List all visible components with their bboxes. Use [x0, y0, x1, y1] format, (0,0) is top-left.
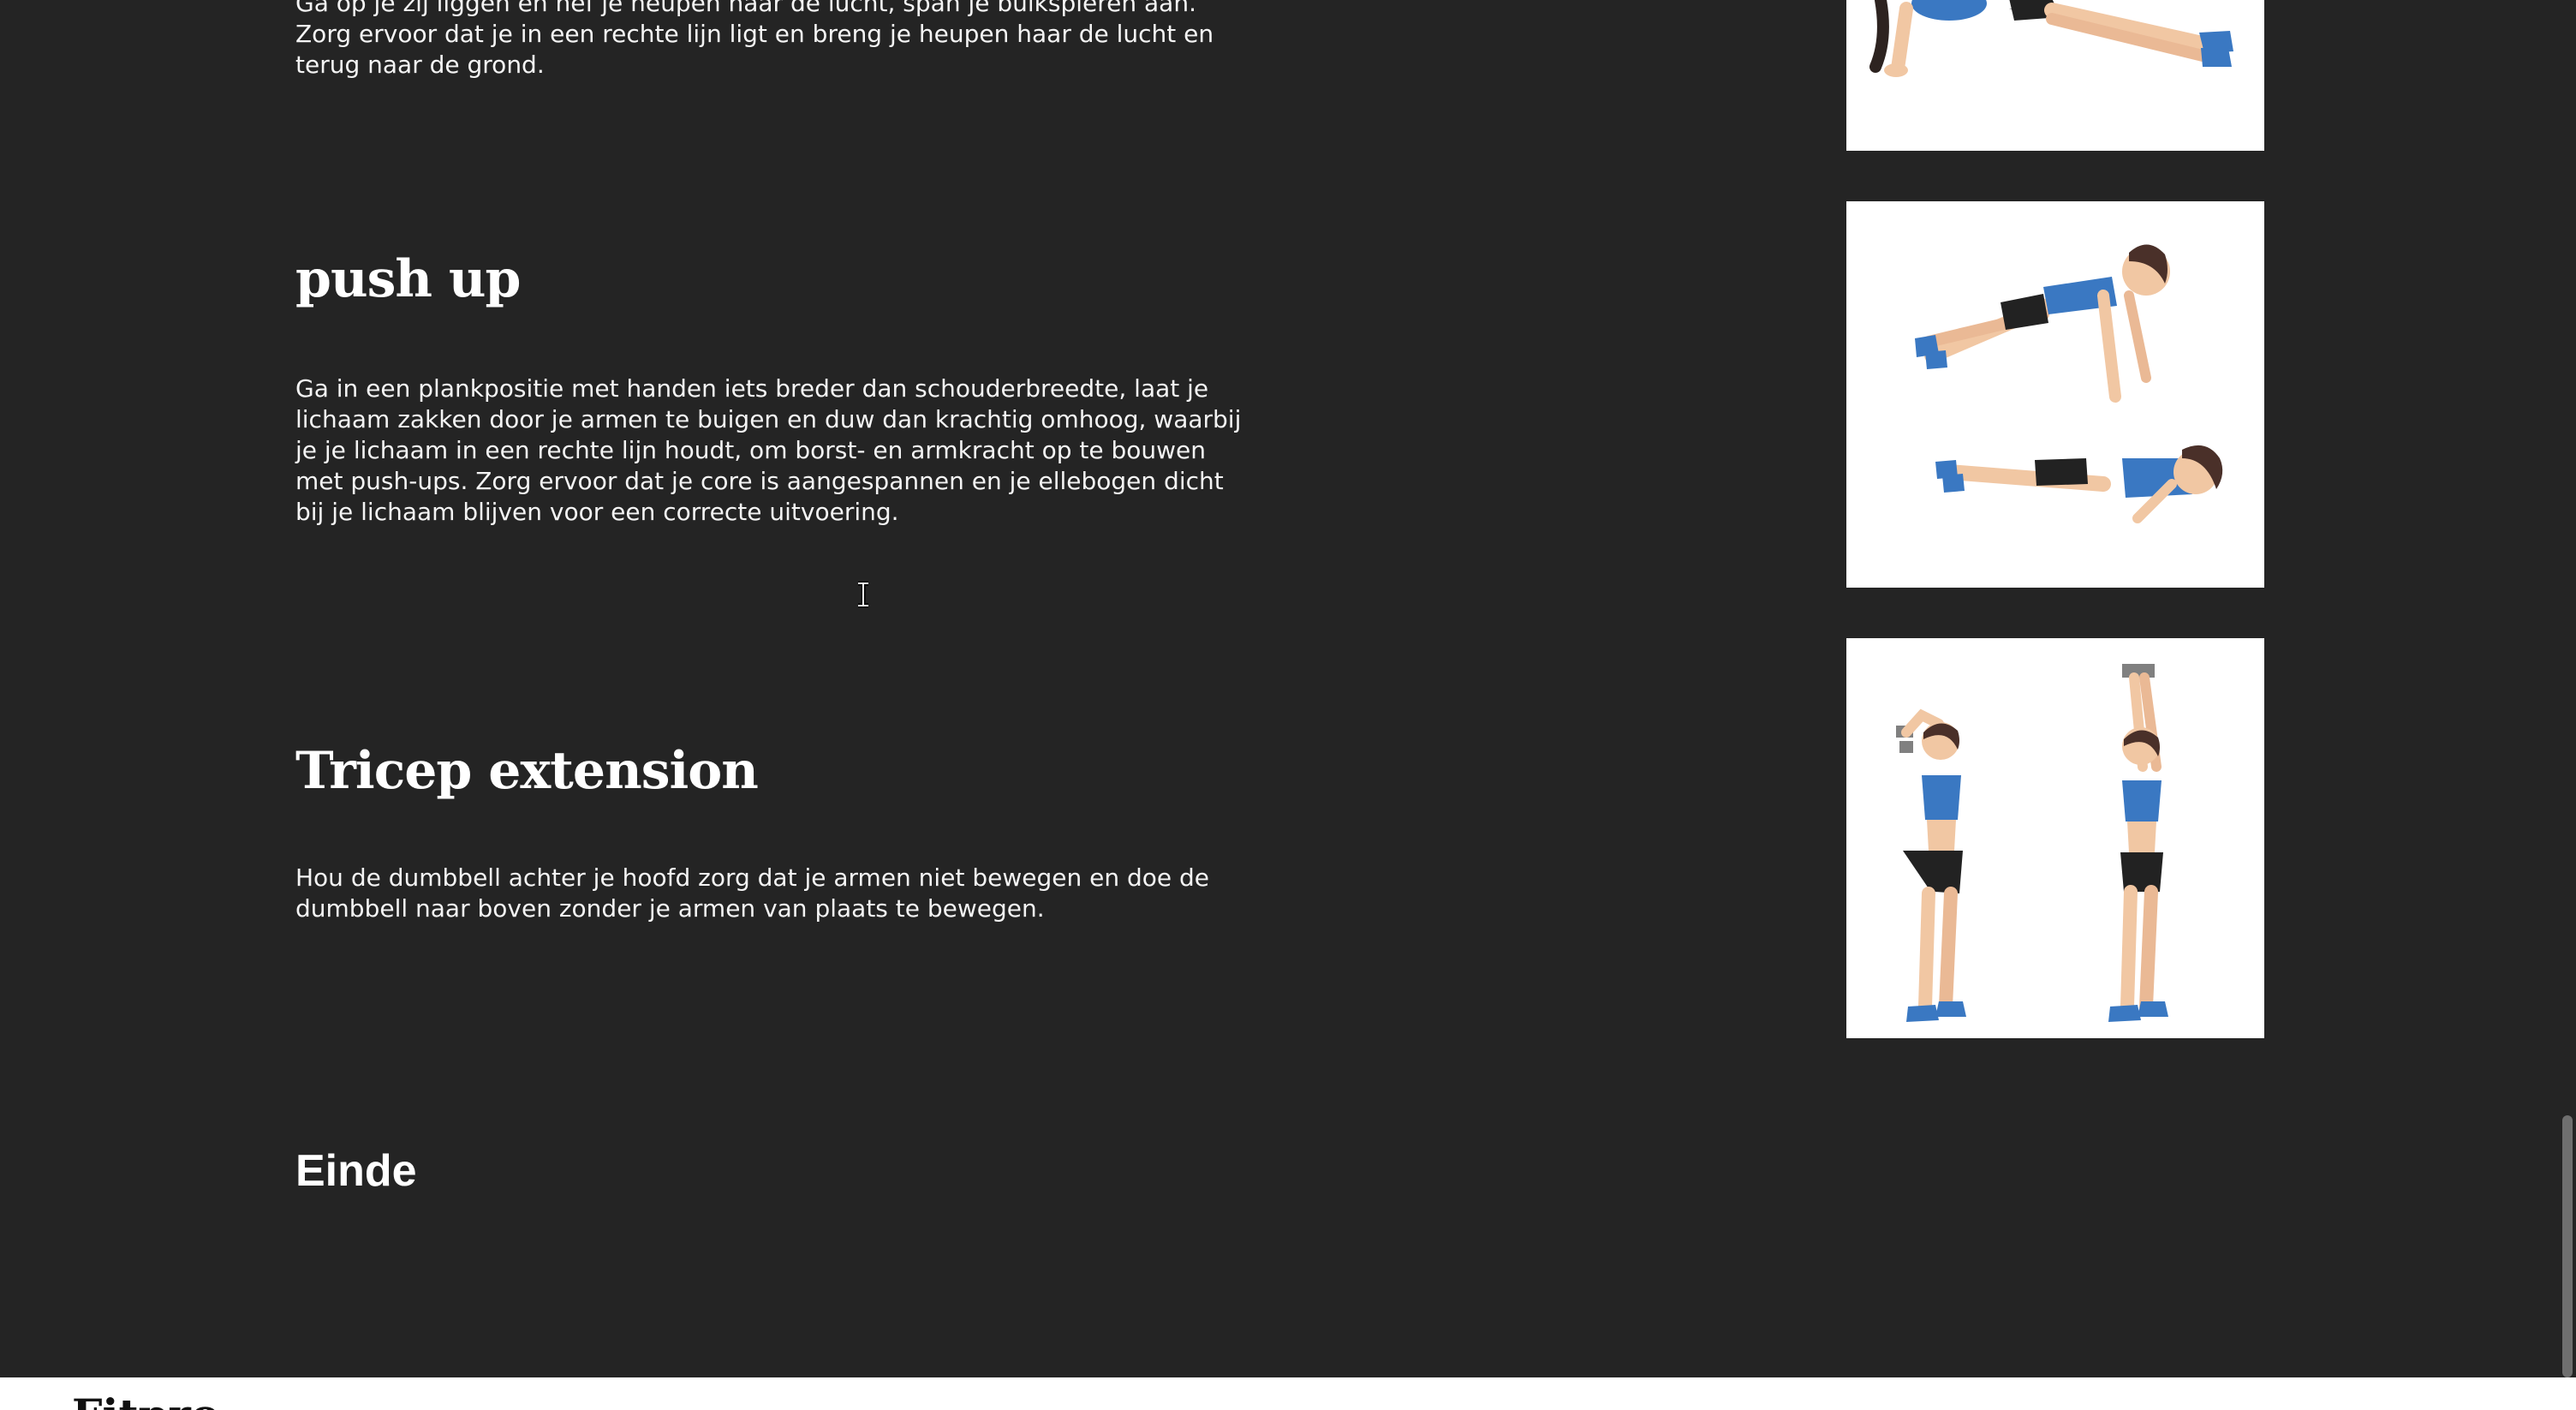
vertical-scrollbar[interactable]	[2557, 0, 2576, 1377]
push-up-image	[1846, 201, 2264, 588]
side-plank-image	[1846, 0, 2264, 151]
push-up-illustration	[1846, 201, 2264, 588]
tricep-extension-image	[1846, 638, 2264, 1038]
side-plank-illustration	[1846, 0, 2264, 151]
end-label: Einde	[295, 1146, 417, 1196]
tricep-extension-illustration	[1846, 638, 2264, 1038]
text-cursor-icon	[858, 581, 868, 608]
exercise-title: Tricep extension	[295, 741, 759, 801]
footer: Fitpro	[0, 1377, 2576, 1410]
scrollbar-thumb[interactable]	[2562, 1115, 2573, 1377]
exercise-description: Ga op je zij liggen en hef je heupen naa…	[295, 0, 1214, 79]
exercise-description: Ga in een plankpositie met handen iets b…	[295, 374, 1242, 526]
exercise-description: Hou de dumbbell achter je hoofd zorg dat…	[295, 863, 1209, 923]
exercise-title: push up	[295, 249, 521, 309]
footer-logo[interactable]: Fitpro	[72, 1391, 219, 1410]
